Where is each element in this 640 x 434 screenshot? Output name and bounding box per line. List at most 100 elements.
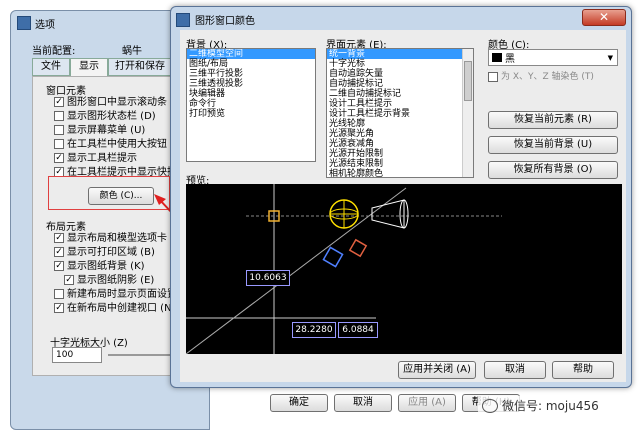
checkbox[interactable]: ✓ (64, 275, 74, 285)
tab-display[interactable]: 显示 (70, 58, 108, 76)
options-ok-button[interactable]: 确定 (270, 394, 328, 412)
color-dialog-title: 图形窗口颜色 (195, 16, 255, 27)
checkbox[interactable]: ✓ (54, 261, 64, 271)
apply-close-button[interactable]: 应用并关闭 (A) (398, 361, 476, 379)
tint-label: 为 X、Y、Z 轴染色 (T) (501, 72, 594, 82)
crosshair-size-input[interactable]: 100 (52, 347, 102, 363)
options-cancel-button[interactable]: 取消 (334, 394, 392, 412)
context-list[interactable]: 二维模型空间 图纸/布局 三维平行投影 三维透视投影 块编辑器 命令行 打印预览 (186, 48, 316, 162)
window-checks-label: 显示屏幕菜单 (U) (67, 125, 146, 136)
layout-checks-item[interactable]: ✓ 在新布局中创建视口 (N) (54, 302, 172, 316)
window-checks-item[interactable]: ✓图形窗口中显示滚动条 (S) (54, 96, 172, 110)
options-title: 选项 (35, 19, 55, 31)
element-list-scroll-thumb[interactable] (464, 61, 472, 101)
window-checks-label: 显示图形状态栏 (D) (67, 111, 156, 122)
layout-elements-header: 布局元素 (46, 222, 86, 233)
watermark: 微信号: moju456 (478, 396, 603, 415)
checkbox[interactable]: ✓ (54, 233, 64, 243)
checkbox[interactable] (54, 289, 64, 299)
window-checks-label: 显示工具栏提示 (67, 153, 137, 164)
wechat-icon (482, 398, 498, 413)
context-items-item[interactable]: 命令行 (187, 99, 315, 109)
element-items-item[interactable]: 光源结束限制 (327, 159, 473, 169)
element-items-item[interactable]: 设计工具栏提示 (327, 99, 473, 109)
element-items-item[interactable]: 二维自动捕捉标记 (327, 89, 473, 99)
element-items-item[interactable]: 设计工具栏提示背景 (327, 109, 473, 119)
options-apply-button[interactable]: 应用 (A) (398, 394, 456, 412)
checkbox[interactable] (54, 139, 64, 149)
window-checks-item[interactable]: 显示图形状态栏 (D) (54, 110, 172, 124)
element-items-item[interactable]: 光源衰减角 (327, 139, 473, 149)
checkbox[interactable]: ✓ (54, 247, 64, 257)
watermark-text: 微信号: moju456 (502, 399, 599, 413)
preview-y-label: 6.0884 (338, 322, 378, 338)
window-checks-label: 图形窗口中显示滚动条 (S) (67, 97, 172, 108)
crosshair-size-slider[interactable] (108, 354, 172, 356)
restore-context-button[interactable]: 恢复当前背景 (U) (488, 136, 618, 154)
context-items-item[interactable]: 二维模型空间 (187, 49, 315, 59)
tint-axis-option[interactable]: 为 X、Y、Z 轴染色 (T) (488, 69, 594, 82)
checkbox[interactable]: ✓ (54, 303, 64, 313)
current-config-label: 当前配置: (32, 46, 76, 57)
element-items-item[interactable]: 自动追踪矢量 (327, 69, 473, 79)
preview-spotlight (371, 199, 405, 229)
window-elements-header: 窗口元素 (46, 86, 86, 97)
window-checks-item[interactable]: ✓ 显示工具栏提示 (54, 152, 172, 166)
tab-files[interactable]: 文件 (32, 58, 70, 76)
close-button[interactable]: ✕ (582, 9, 626, 26)
context-items-item[interactable]: 图纸/布局 (187, 59, 315, 69)
color-swatch (492, 53, 502, 62)
layout-checks-item[interactable]: ✓ 显示图纸阴影 (E) (54, 274, 172, 288)
window-checks-item[interactable]: 显示屏幕菜单 (U) (54, 124, 172, 138)
tab-open-save[interactable]: 打开和保存 (108, 58, 172, 76)
checkbox[interactable] (54, 125, 64, 135)
color-app-icon (176, 12, 190, 27)
preview-box-blue (322, 246, 344, 268)
preview-drawing (185, 184, 502, 355)
window-checks-item[interactable]: 在工具栏中使用大按钮 (54, 138, 172, 152)
preview-box-red (348, 238, 368, 258)
layout-checks-label: 显示图纸阴影 (E) (77, 275, 155, 286)
layout-checks-item[interactable]: 新建布局时显示页面设置 (54, 288, 172, 302)
color-select[interactable]: 黑 ▼ (488, 49, 618, 66)
layout-elements-group: ✓ 显示布局和模型选项卡 (L) ✓ 显示可打印区域 (B) ✓ 显示图纸背景 (K) ✓ 显… (54, 232, 172, 316)
window-elements-group: ✓图形窗口中显示滚动条 (S)显示图形状态栏 (D)显示屏幕菜单 (U)在工具栏… (54, 96, 172, 180)
layout-checks-label: 新建布局时显示页面设置 (67, 289, 172, 300)
chevron-down-icon: ▼ (607, 53, 613, 62)
context-items-item[interactable]: 三维透视投影 (187, 79, 315, 89)
window-checks-label: 在工具栏中使用大按钮 (67, 139, 167, 150)
context-items-item[interactable]: 块编辑器 (187, 89, 315, 99)
layout-checks-item[interactable]: ✓ 显示可打印区域 (B) (54, 246, 172, 260)
dialog-cancel-button[interactable]: 取消 (484, 361, 546, 379)
element-items-item[interactable]: 十字光标 (327, 59, 473, 69)
element-items-item[interactable]: 光线轮廓 (327, 119, 473, 129)
element-items-item[interactable]: 光源聚光角 (327, 129, 473, 139)
tint-checkbox[interactable] (488, 71, 498, 82)
checkbox[interactable] (54, 111, 64, 121)
preview-length-label: 10.6063 (246, 270, 290, 286)
color-select-value: 黑 (505, 54, 515, 65)
checkbox[interactable]: ✓ (54, 153, 64, 163)
color-titlebar: 图形窗口颜色 (176, 12, 255, 27)
restore-all-button[interactable]: 恢复所有背景 (O) (488, 161, 618, 179)
layout-checks-label: 显示可打印区域 (B) (67, 247, 155, 258)
layout-checks-item[interactable]: ✓ 显示图纸背景 (K) (54, 260, 172, 274)
element-items-item[interactable]: 光源开始限制 (327, 149, 473, 159)
element-list-scrollbar[interactable] (462, 49, 473, 177)
element-items-item[interactable]: 自动捕捉标记 (327, 79, 473, 89)
options-tabs: 文件 显示 打开和保存 (32, 58, 172, 76)
dialog-help-button[interactable]: 帮助 (552, 361, 614, 379)
element-items-item[interactable]: 统一背景 (327, 49, 473, 59)
element-list[interactable]: 统一背景 十字光标 自动追踪矢量 自动捕捉标记 二维自动捕捉标记 设计工具栏提示 设计工具栏… (326, 48, 474, 178)
checkbox[interactable]: ✓ (54, 97, 64, 107)
layout-checks-label: 在新布局中创建视口 (N) (67, 303, 172, 314)
layout-checks-label: 显示图纸背景 (K) (67, 261, 145, 272)
restore-element-button[interactable]: 恢复当前元素 (R) (488, 111, 618, 129)
preview-canvas: 10.6063 28.2280 6.0884 (185, 184, 622, 355)
context-items-item[interactable]: 打印预览 (187, 109, 315, 119)
element-items-item[interactable]: 相机轮廓颜色 (327, 169, 473, 177)
current-config-value: 蜗牛 (122, 46, 142, 57)
preview-x-label: 28.2280 (292, 322, 336, 338)
context-items-item[interactable]: 三维平行投影 (187, 69, 315, 79)
close-icon: ✕ (598, 10, 610, 24)
